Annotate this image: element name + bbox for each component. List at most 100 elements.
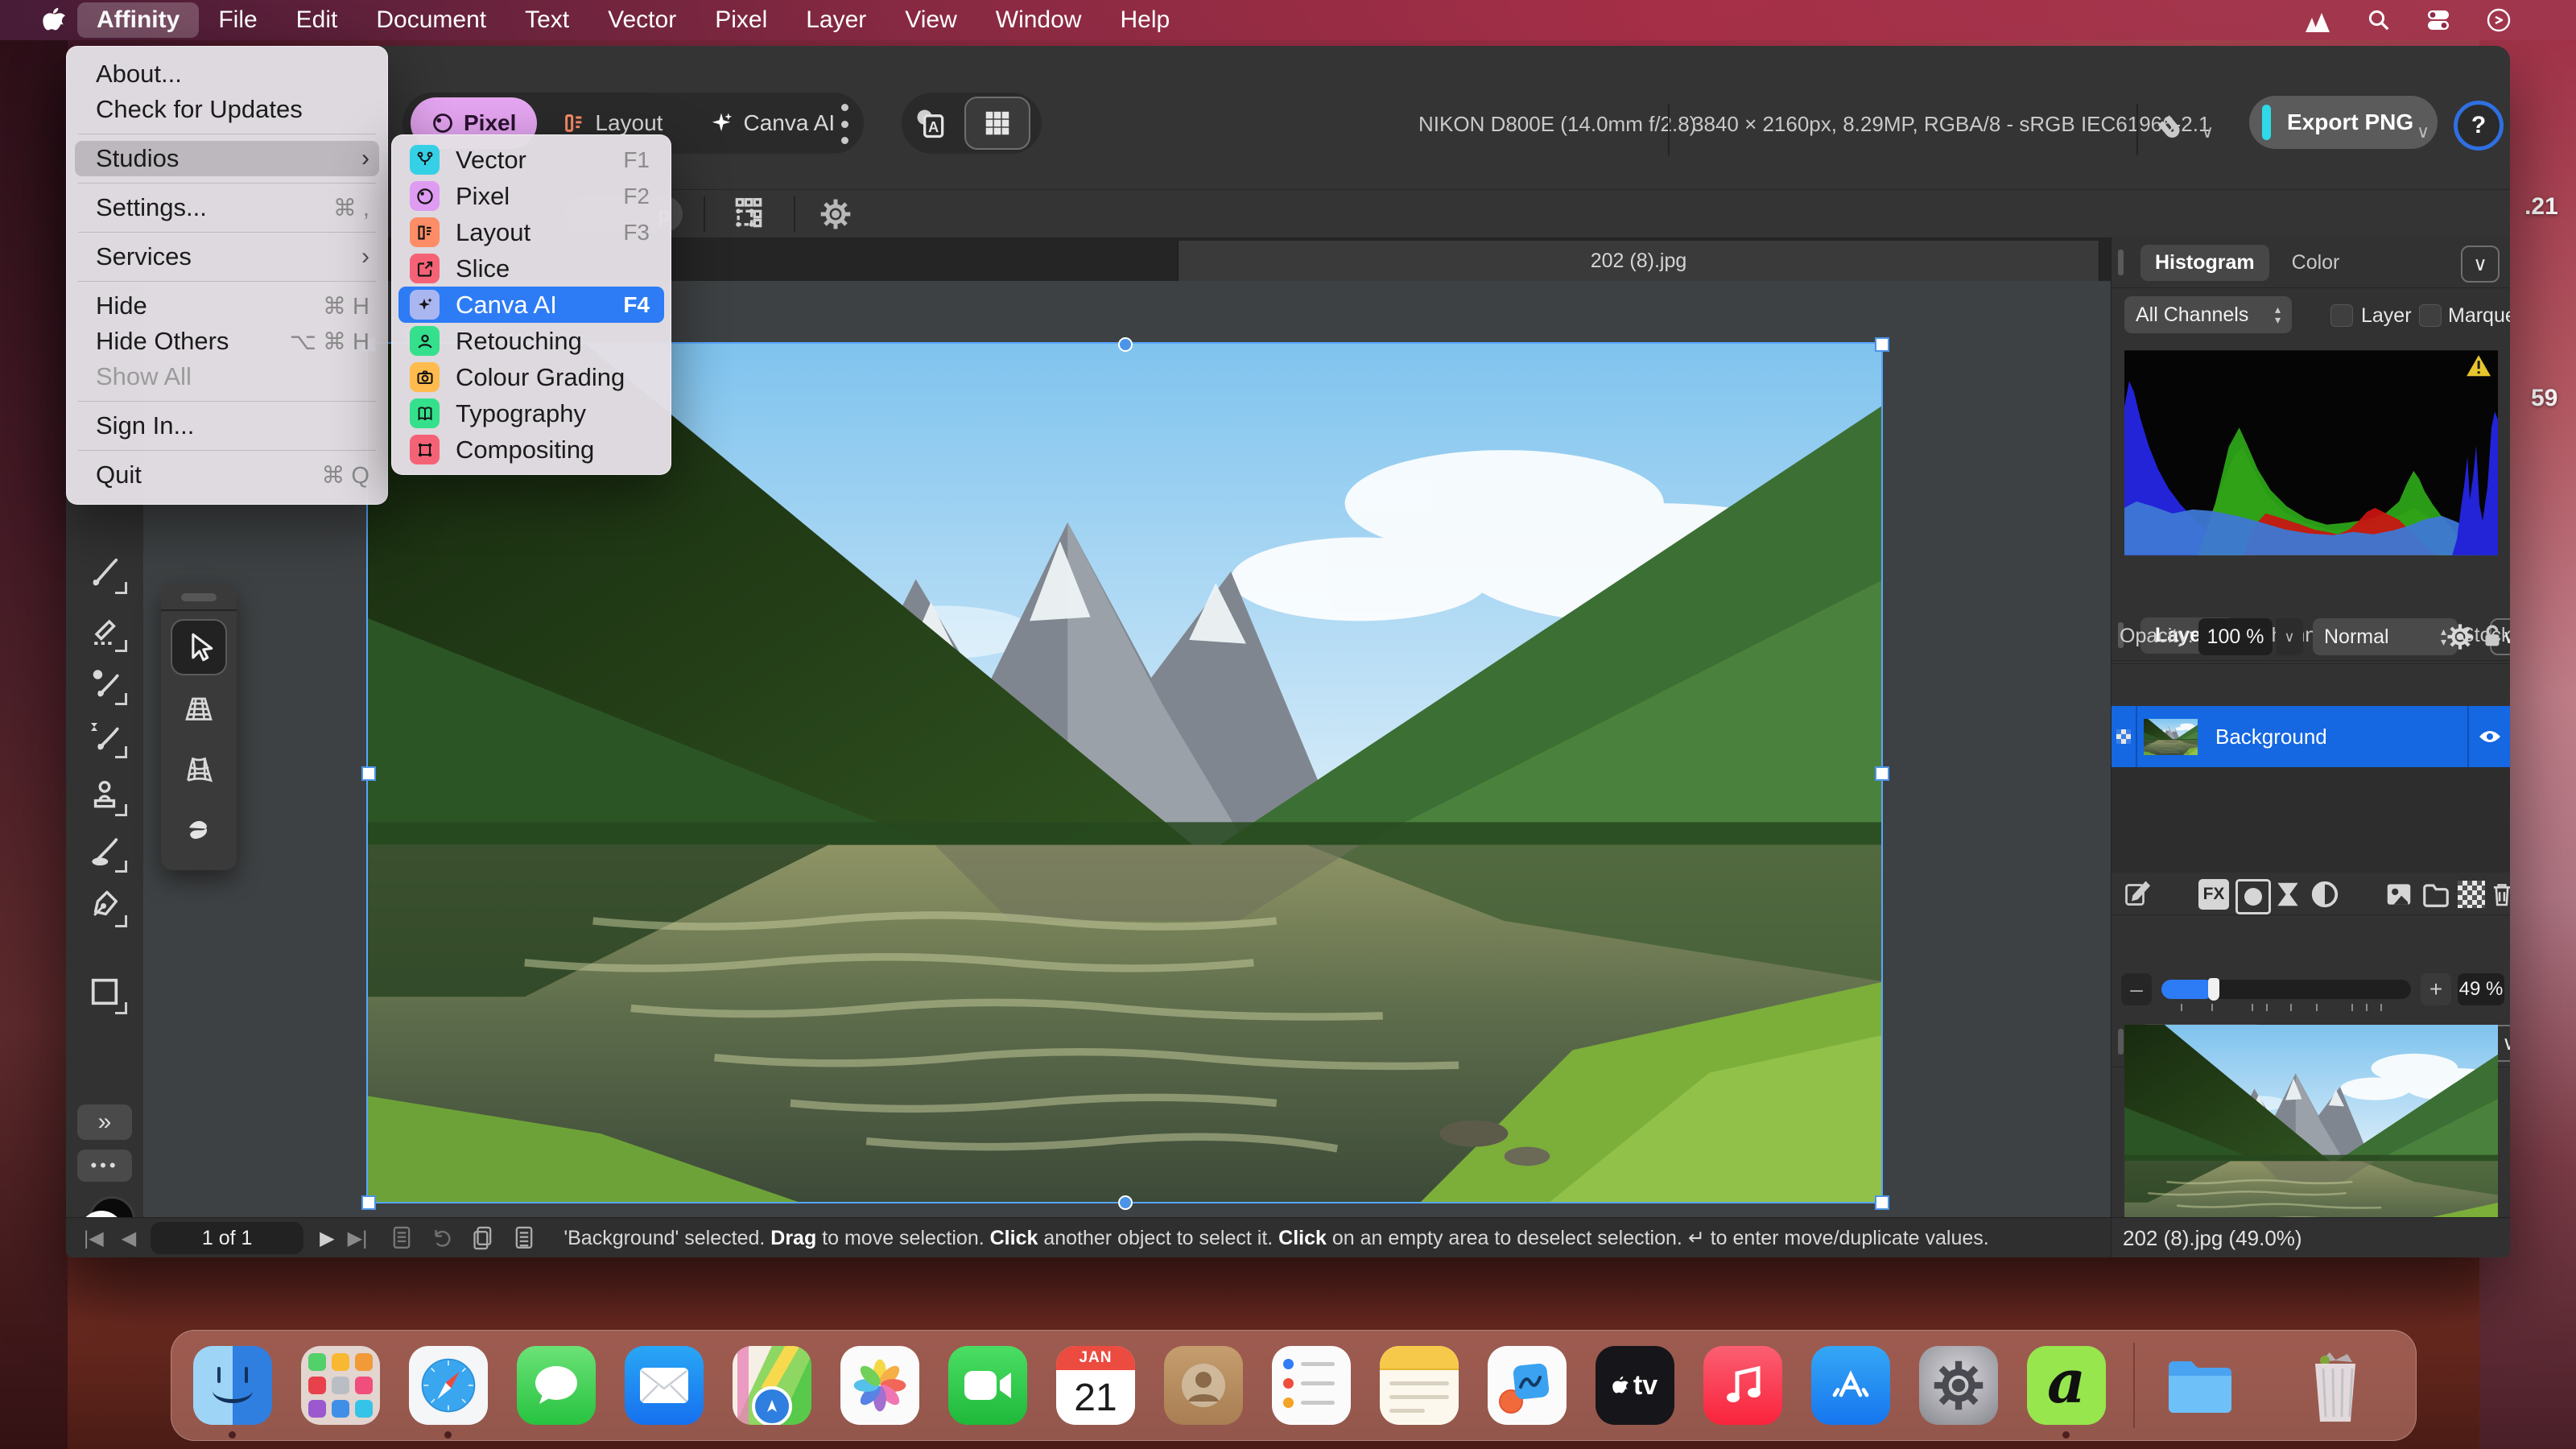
menubar-item-file[interactable]: File [199, 0, 276, 40]
menu-item-hide[interactable]: Hide⌘ H [67, 288, 387, 324]
menu-item-about[interactable]: About... [67, 56, 387, 92]
edit-compose-icon[interactable] [2123, 879, 2152, 908]
snapping-dropdown-chevron[interactable]: ∨ [2201, 122, 2214, 142]
clock-icon[interactable] [2486, 7, 2512, 33]
menubar-item-text[interactable]: Text [506, 0, 588, 40]
menubar-item-edit[interactable]: Edit [277, 0, 357, 40]
dock-launchpad-icon[interactable] [301, 1346, 380, 1425]
marquee-checkbox[interactable] [2419, 304, 2442, 327]
dock-notes-icon[interactable] [1380, 1346, 1459, 1425]
pixel-pencil-tool[interactable] [85, 610, 124, 649]
menu-item-sign-in[interactable]: Sign In... [67, 408, 387, 444]
character-panel-icon[interactable]: A [913, 105, 948, 141]
layer-checkbox[interactable] [2330, 304, 2353, 327]
submenu-item-typography[interactable]: Typography [398, 395, 664, 431]
zoom-out-button[interactable]: – [2121, 973, 2152, 1005]
dock-messages-icon[interactable] [517, 1346, 596, 1425]
spotlight-search-icon[interactable] [2367, 8, 2391, 32]
panel-collapse-button[interactable]: ∨ [2461, 246, 2500, 283]
channel-select[interactable]: All Channels ▴▾ [2124, 296, 2292, 333]
expand-tools-button[interactable]: » [77, 1104, 132, 1140]
last-page-button[interactable]: ▶| [348, 1227, 368, 1250]
dock-system-settings-icon[interactable] [1919, 1346, 1998, 1425]
selection-handle-w[interactable] [361, 766, 376, 781]
rotate-icon[interactable] [430, 1226, 454, 1250]
pages-icon[interactable] [390, 1224, 414, 1252]
dock-safari-icon[interactable] [409, 1346, 488, 1425]
tab-histogram[interactable]: Histogram [2140, 245, 2269, 281]
apple-menu-icon[interactable] [42, 6, 66, 35]
live-filter-icon[interactable] [2310, 879, 2340, 910]
liquify-tool[interactable] [172, 804, 225, 857]
dock-affinity-icon[interactable]: a [2027, 1346, 2106, 1425]
export-button[interactable]: Export PNG [2249, 96, 2438, 149]
opacity-field[interactable]: 100 % [2198, 618, 2273, 655]
smudge-brush-tool[interactable] [85, 716, 124, 755]
blur-smear-tool[interactable] [85, 831, 124, 869]
menubar-item-pixel[interactable]: Pixel [696, 0, 786, 40]
selection-handle-n[interactable] [1118, 337, 1133, 352]
dock-app-store-icon[interactable] [1811, 1346, 1890, 1425]
layer-checker-icon[interactable] [2116, 729, 2131, 744]
move-tool[interactable] [172, 621, 225, 674]
zoom-value-field[interactable]: 49 % [2458, 973, 2504, 1005]
submenu-item-compositing[interactable]: Compositing [398, 431, 664, 468]
persona-more-menu-button[interactable] [840, 104, 848, 144]
mask-layer-icon[interactable] [2235, 879, 2271, 914]
layer-visibility-eye-icon[interactable] [2478, 729, 2502, 745]
selection-handle-se[interactable] [1875, 1195, 1889, 1210]
new-group-folder-icon[interactable] [2421, 879, 2451, 910]
dock-tv-icon[interactable]: tv [1596, 1346, 1674, 1425]
affinity-logo-icon[interactable] [2302, 8, 2333, 32]
dock-downloads-folder-icon[interactable] [2161, 1346, 2240, 1425]
first-page-button[interactable]: |◀ [84, 1227, 104, 1250]
studio-grid-toggle-button[interactable] [964, 97, 1030, 150]
adjustment-layer-icon[interactable] [2273, 879, 2303, 910]
menu-item-settings[interactable]: Settings...⌘ , [67, 190, 387, 225]
selection-handle-s[interactable] [1118, 1195, 1133, 1210]
persona-canva-ai-button[interactable]: Canva AI [688, 97, 856, 149]
selection-handle-ne[interactable] [1875, 337, 1889, 352]
selection-handle-e[interactable] [1875, 766, 1889, 781]
dock-contacts-icon[interactable] [1164, 1346, 1243, 1425]
menu-item-check-for-updates[interactable]: Check for Updates [67, 92, 387, 127]
menubar-item-vector[interactable]: Vector [588, 0, 696, 40]
new-layer-icon[interactable] [2458, 881, 2485, 908]
dock-facetime-icon[interactable] [948, 1346, 1027, 1425]
selection-box-icon[interactable] [731, 196, 766, 232]
submenu-item-canva-ai[interactable]: Canva AIF4 [398, 287, 664, 323]
export-dropdown-chevron[interactable]: ∨ [2417, 122, 2429, 142]
control-center-icon[interactable] [2425, 8, 2452, 32]
document-tab[interactable]: 202 (8).jpg [1178, 241, 2099, 281]
panel-grip[interactable] [2118, 250, 2124, 275]
zoom-slider-handle[interactable] [2208, 978, 2219, 1001]
zoom-in-button[interactable]: + [2421, 973, 2451, 1005]
menubar-item-view[interactable]: View [886, 0, 976, 40]
opacity-dropdown-chevron[interactable]: ∨ [2276, 618, 2303, 655]
clone-stamp-tool[interactable] [85, 774, 124, 813]
menubar-item-affinity[interactable]: Affinity [77, 2, 199, 38]
menubar-item-window[interactable]: Window [976, 0, 1101, 40]
submenu-item-retouching[interactable]: Retouching [398, 323, 664, 359]
submenu-item-vector[interactable]: VectorF1 [398, 142, 664, 178]
menu-item-hide-others[interactable]: Hide Others⌥ ⌘ H [67, 324, 387, 359]
dock-maps-icon[interactable] [733, 1346, 811, 1425]
magnet-snapping-icon[interactable] [2153, 110, 2188, 146]
shape-rectangle-tool[interactable] [85, 972, 124, 1011]
palette-drag-handle[interactable] [181, 593, 217, 601]
delete-trash-icon[interactable] [2491, 879, 2510, 910]
menu-item-studios[interactable]: Studios› [75, 141, 379, 176]
duplicate-icon[interactable] [470, 1224, 496, 1252]
dock-mail-icon[interactable] [625, 1346, 704, 1425]
mesh-warp-tool[interactable] [172, 743, 225, 796]
tab-color[interactable]: Color [2292, 251, 2340, 275]
dock-calendar-icon[interactable]: JAN 21 [1056, 1346, 1135, 1425]
submenu-item-colour-grading[interactable]: Colour Grading [398, 359, 664, 395]
submenu-item-pixel[interactable]: PixelF2 [398, 178, 664, 214]
menubar-item-help[interactable]: Help [1100, 0, 1189, 40]
paint-mixer-brush-tool[interactable] [85, 663, 124, 702]
help-button[interactable]: ? [2454, 101, 2504, 151]
perspective-tool[interactable] [172, 682, 225, 735]
prev-page-button[interactable]: ◀ [122, 1227, 136, 1250]
lock-icon[interactable] [2480, 623, 2504, 650]
